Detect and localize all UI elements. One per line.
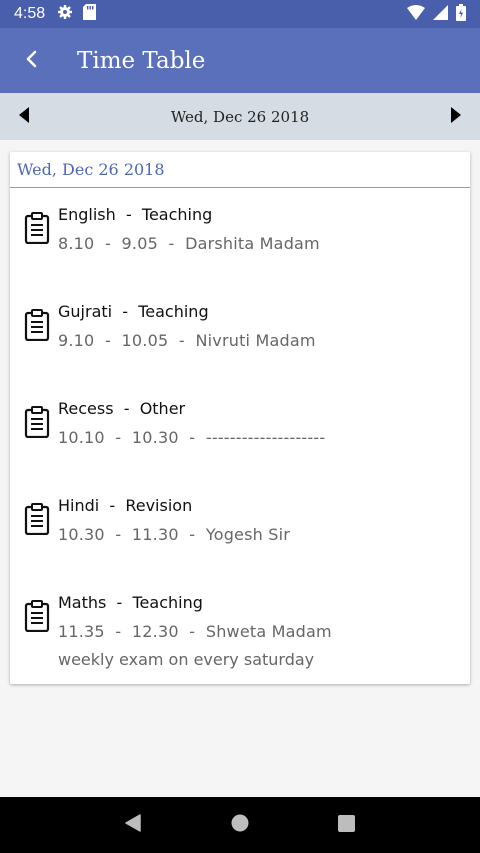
back-triangle-icon [125,814,142,836]
timetable-card: Wed, Dec 26 2018 English - Teaching 8.10 … [10,152,470,684]
nav-home-button[interactable] [220,805,260,845]
separator: - [157,234,186,253]
separator: - [115,205,142,224]
separator: - [106,593,133,612]
gear-icon [57,4,73,24]
entry-time: 10.10 - 10.30 [58,428,179,447]
separator: - [99,496,126,515]
entry-subject-line: Hindi - Revision [58,496,192,515]
clipboard-icon [24,600,50,633]
entry-teacher: Yogesh Sir [205,525,291,544]
clipboard-icon [24,406,50,439]
current-date-label: Wed, Dec 26 2018 [170,107,310,126]
clipboard-icon [24,503,50,536]
back-button[interactable] [0,28,64,93]
status-right-icons [407,3,466,25]
nav-back-button[interactable] [113,805,153,845]
entry-teacher: Darshita Madam [185,234,320,253]
previous-date-button[interactable] [12,102,36,132]
entry-subject: Maths [58,593,107,612]
triangle-left-icon [19,106,29,127]
entry-time-line: 10.30 - 11.30 - Yogesh Sir [58,525,290,544]
app-bar: Time Table [0,28,480,93]
entry-note: weekly exam on every saturday [58,650,315,669]
entry-type: Other [139,399,186,418]
entry-subject: Gujrati [58,302,113,321]
sd-card-icon [83,4,97,24]
clipboard-icon [24,309,50,342]
separator: - [168,331,196,350]
timetable-entry[interactable]: English - Teaching 8.10 - 9.05 - Darshita… [10,188,470,284]
entry-type: Teaching [132,593,203,612]
entry-time-line: 9.10 - 10.05 - Nivruti Madam [58,331,316,350]
date-navigator: Wed, Dec 26 2018 [0,93,480,140]
entry-subject-line: Gujrati - Teaching [58,302,209,321]
entry-time-line: 8.10 - 9.05 - Darshita Madam [58,234,320,253]
card-date-header: Wed, Dec 26 2018 [10,152,470,188]
signal-icon [433,4,448,24]
entry-teacher: Nivruti Madam [195,331,316,350]
separator: - [178,525,206,544]
entry-teacher: Shweta Madam [205,622,332,641]
home-circle-icon [231,814,249,836]
timetable-entry[interactable]: Hindi - Revision 10.30 - 11.30 - Yogesh S… [10,479,470,575]
entry-time-line: 11.35 - 12.30 - Shweta Madam [58,622,332,641]
separator: - [178,428,206,447]
entry-subject: Hindi [58,496,100,515]
separator: - [113,399,140,418]
next-date-button[interactable] [444,102,468,132]
battery-icon [456,3,466,25]
entry-subject-line: Maths - Teaching [58,593,203,612]
entry-subject: Recess [58,399,114,418]
entry-type: Revision [125,496,193,515]
entry-time: 8.10 - 9.05 [58,234,158,253]
status-bar: 4:58 [0,0,480,28]
page-title: Time Table [77,47,206,74]
entry-time-line: 10.10 - 10.30 - -------------------- [58,428,325,447]
timetable-entry[interactable]: Maths - Teaching 11.35 - 12.30 - Shweta M… [10,576,470,672]
entry-subject-line: English - Teaching [58,205,212,224]
nav-recents-button[interactable] [327,805,367,845]
entry-subject-line: Recess - Other [58,399,185,418]
separator: - [178,622,206,641]
chevron-left-icon [25,50,39,72]
entry-subject: English [58,205,116,224]
clipboard-icon [24,212,50,245]
timetable-entry[interactable]: Gujrati - Teaching 9.10 - 10.05 - Nivruti… [10,285,470,381]
entry-time: 11.35 - 12.30 [58,622,179,641]
entry-type: Teaching [141,205,213,224]
wifi-icon [407,4,425,24]
separator: - [112,302,139,321]
triangle-right-icon [451,106,461,127]
entry-type: Teaching [138,302,209,321]
system-nav-bar [0,797,480,853]
entry-time: 9.10 - 10.05 [58,331,169,350]
entry-teacher: -------------------- [205,428,326,447]
status-time: 4:58 [14,5,46,22]
recents-square-icon [338,814,356,836]
entry-time: 10.30 - 11.30 [58,525,179,544]
timetable-entry[interactable]: Recess - Other 10.10 - 10.30 - ----------… [10,382,470,478]
